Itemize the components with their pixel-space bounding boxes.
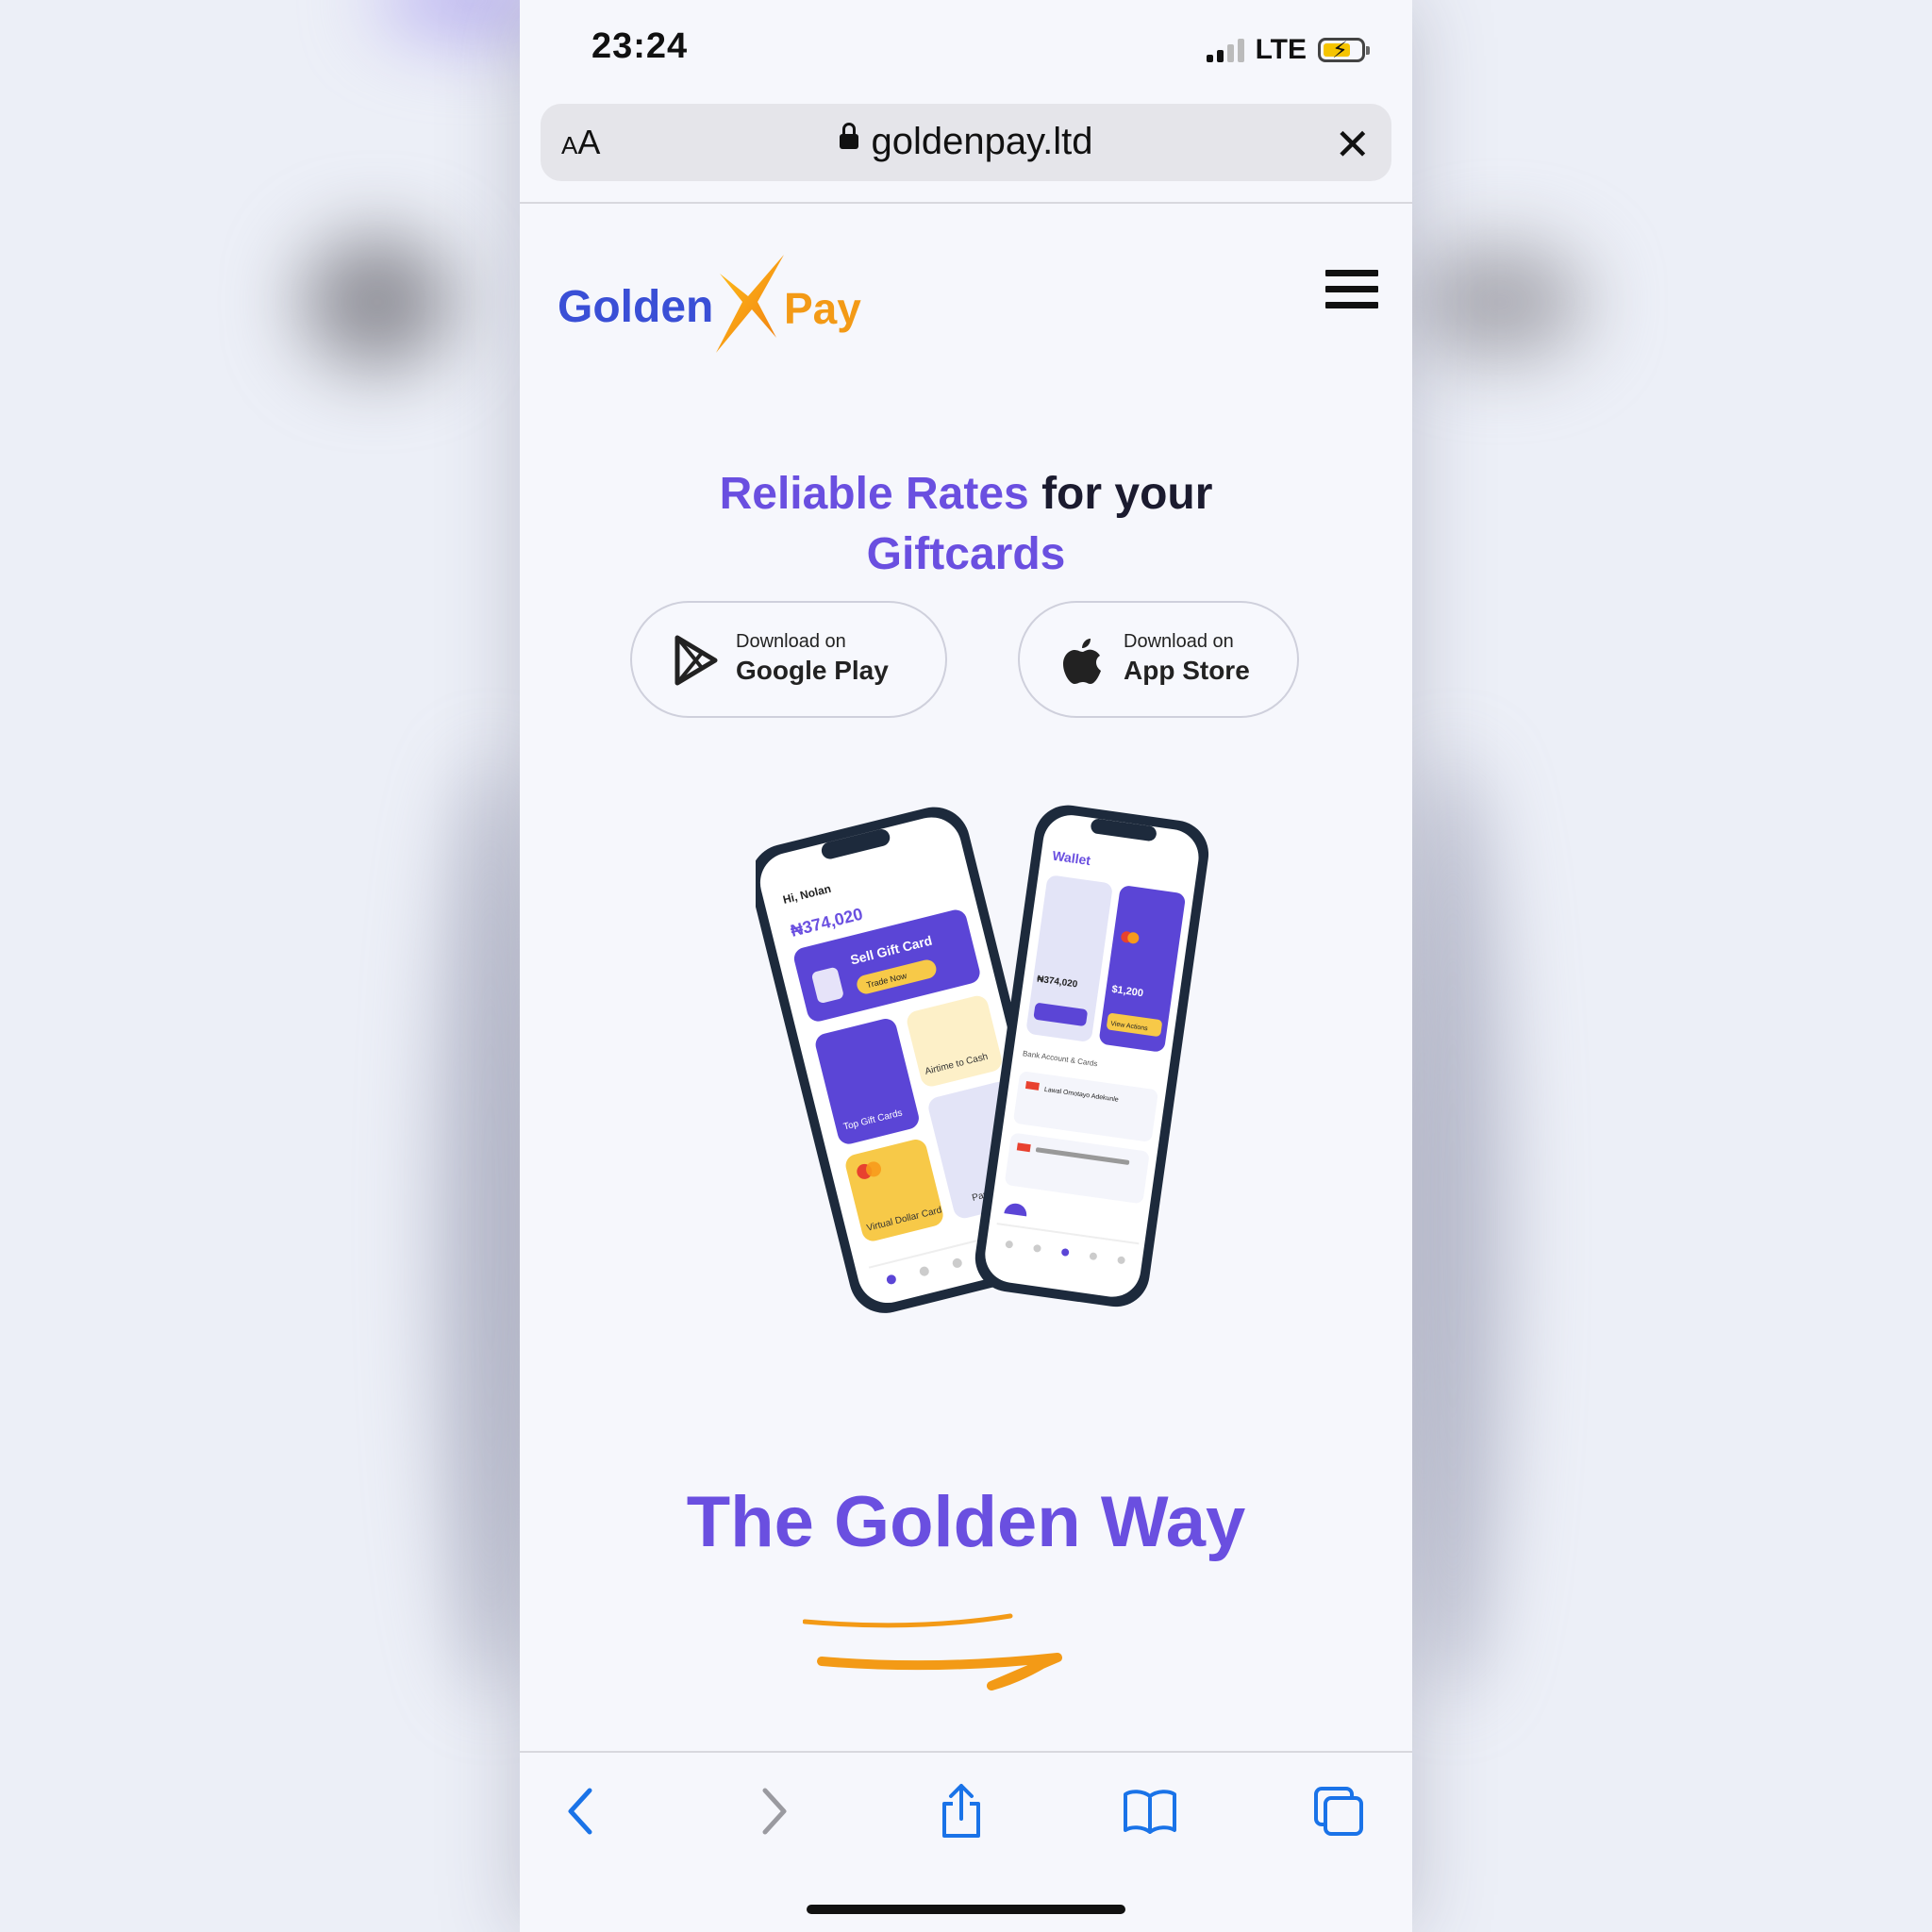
- status-icons: LTE ⚡: [1206, 34, 1370, 66]
- app-mockup-image: Hi, Nolan ₦374,020 Sell Gift Card Trade …: [756, 805, 1209, 1313]
- chevron-left-icon: [568, 1788, 592, 1835]
- google-play-small-label: Download on: [736, 631, 846, 652]
- hero-headline: Reliable Rates for your Giftcards: [520, 464, 1412, 585]
- share-button[interactable]: [933, 1783, 990, 1840]
- bookmarks-button[interactable]: [1122, 1783, 1178, 1840]
- address-bar[interactable]: AA goldenpay.ltd ✕: [541, 104, 1391, 181]
- phone-screen: 23:24 LTE ⚡ AA goldenpay.ltd ✕ Golden Pa…: [520, 0, 1412, 1932]
- book-icon: [1124, 1790, 1176, 1834]
- share-icon: [942, 1784, 980, 1838]
- headline-plain: for your: [1028, 469, 1213, 519]
- app-store-button[interactable]: Download on App Store: [1018, 601, 1299, 718]
- headline-accent-2: Giftcards: [866, 529, 1066, 579]
- network-label: LTE: [1255, 34, 1307, 65]
- signal-icon: [1206, 38, 1244, 62]
- url-display[interactable]: goldenpay.ltd: [541, 121, 1391, 163]
- lock-icon: [839, 123, 858, 150]
- home-indicator[interactable]: [807, 1905, 1125, 1914]
- toolbar-divider: [520, 1751, 1412, 1753]
- decorative-arrow-swoosh: [803, 1613, 1062, 1690]
- url-text: goldenpay.ltd: [871, 121, 1093, 162]
- back-button[interactable]: [554, 1783, 610, 1840]
- status-time: 23:24: [591, 26, 689, 66]
- battery-charging-icon: ⚡: [1318, 38, 1370, 63]
- backdrop-blob: [302, 236, 453, 368]
- app-store-label: App Store: [1124, 656, 1250, 685]
- forward-button[interactable]: [744, 1783, 801, 1840]
- site-logo[interactable]: Golden Pay: [558, 255, 878, 358]
- chevron-right-icon: [762, 1788, 787, 1835]
- tabs-button[interactable]: [1310, 1783, 1367, 1840]
- app-store-small-label: Download on: [1124, 631, 1234, 652]
- apple-icon: [1063, 639, 1101, 684]
- logo-text-pay: Pay: [784, 284, 861, 333]
- section-title: The Golden Way: [686, 1482, 1246, 1562]
- backdrop-blob: [1396, 755, 1509, 1698]
- tabs-icon: [1314, 1787, 1363, 1836]
- backdrop-blob: [1415, 245, 1585, 358]
- close-icon[interactable]: ✕: [1334, 119, 1371, 170]
- google-play-button[interactable]: Download on Google Play: [630, 601, 947, 718]
- divider: [520, 202, 1412, 204]
- google-play-icon: [675, 635, 718, 686]
- headline-accent-1: Reliable Rates: [719, 469, 1029, 519]
- google-play-label: Google Play: [736, 656, 889, 685]
- logo-x-mark-icon: [716, 255, 784, 353]
- logo-text-golden: Golden: [558, 282, 714, 332]
- menu-hamburger-icon[interactable]: [1325, 270, 1378, 315]
